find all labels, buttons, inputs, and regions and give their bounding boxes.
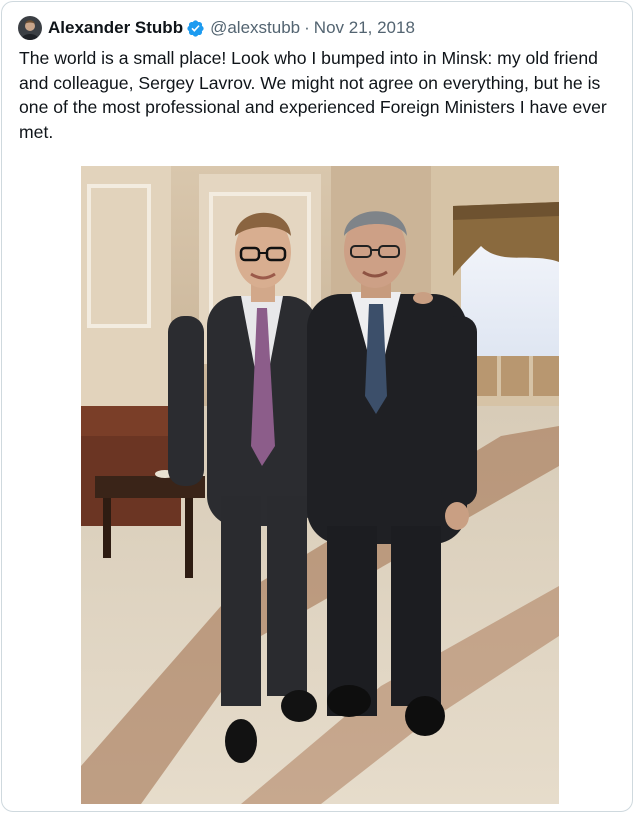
tweet-date[interactable]: Nov 21, 2018	[314, 18, 415, 38]
header-separator: ·	[304, 18, 310, 37]
author-avatar[interactable]	[18, 16, 42, 40]
tweet-text: The world is a small place! Look who I b…	[19, 48, 607, 142]
tweet-header: Alexander Stubb @alexstubb · Nov 21, 201…	[18, 14, 415, 42]
tweet-card[interactable]: Alexander Stubb @alexstubb · Nov 21, 201…	[1, 1, 633, 812]
author-handle[interactable]: @alexstubb	[210, 18, 300, 38]
verified-badge-icon	[187, 19, 204, 37]
author-name[interactable]: Alexander Stubb	[48, 18, 183, 38]
tweet-photo[interactable]	[81, 166, 559, 804]
